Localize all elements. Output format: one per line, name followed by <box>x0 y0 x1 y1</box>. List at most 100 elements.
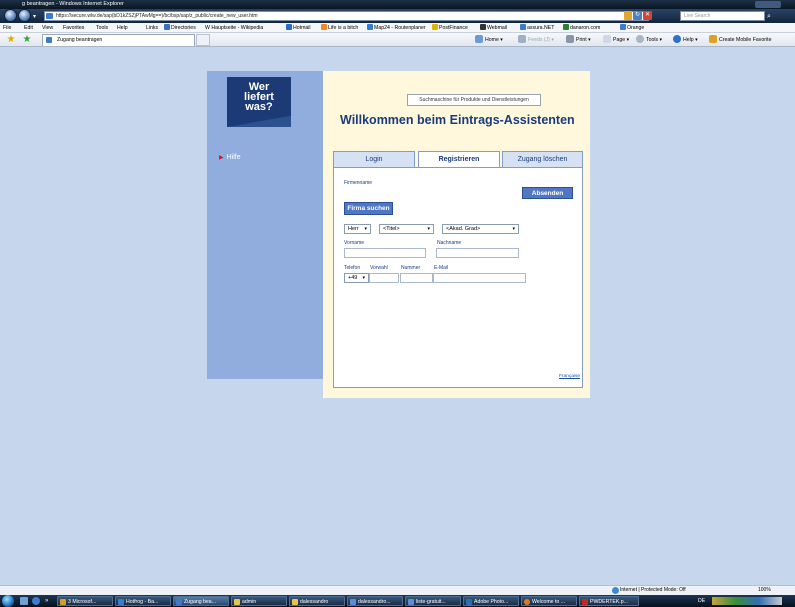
page-menu-button[interactable]: Page ▾ <box>603 35 629 45</box>
nachname-field[interactable] <box>436 248 519 258</box>
start-button[interactable] <box>2 595 14 607</box>
email-field[interactable] <box>433 273 526 283</box>
menu-help[interactable]: Help <box>117 23 128 33</box>
screenshot: g beantragen - Windows Internet Explorer… <box>0 0 795 607</box>
home-button[interactable]: Home ▾ <box>475 35 503 45</box>
help-link[interactable]: ▶ Hilfe <box>219 154 241 161</box>
window-icon <box>350 599 356 605</box>
taskbar-zugang[interactable]: Zugang bea... <box>173 596 229 606</box>
wer-liefert-was-logo[interactable]: Wer liefert was? <box>227 77 291 127</box>
email-label: E-Mail <box>434 265 449 271</box>
window-title: g beantragen - Windows Internet Explorer <box>0 0 795 9</box>
salutation-select[interactable]: Herr ▾ <box>344 224 371 234</box>
window-controls[interactable] <box>755 1 781 8</box>
ie-icon <box>176 599 182 605</box>
recent-pages-dropdown-icon[interactable]: ▾ <box>33 13 36 20</box>
link-map24[interactable]: Map24 - Routenplaner <box>367 23 426 33</box>
taskbar-dalessandro-2[interactable]: dalessandro... <box>347 596 403 606</box>
tools-menu-button[interactable]: Tools ▾ <box>636 35 662 45</box>
status-bar: Internet | Protected Mode: Off 100% <box>0 585 795 595</box>
tab-zugang-beantragen[interactable]: Zugang beantragen <box>42 34 195 46</box>
ie-quicklaunch-icon[interactable] <box>32 597 40 605</box>
windows-taskbar: » 3 Microsof... Hotfrog - Ba... Zugang b… <box>0 595 795 607</box>
favorites-center-icon[interactable]: ★ <box>6 35 16 45</box>
quicklaunch-overflow-icon[interactable]: » <box>45 596 48 606</box>
webmail-icon <box>480 24 486 30</box>
title-select[interactable]: <Titel> ▾ <box>379 224 434 234</box>
link-assura[interactable]: assura.NET <box>520 23 554 33</box>
internet-zone-icon <box>612 587 619 594</box>
link-danaron[interactable]: danaron.com <box>563 23 600 33</box>
taskbar-pwdertek[interactable]: PWDERTEK.p... <box>579 596 639 606</box>
academic-degree-select[interactable]: <Akad. Grad> ▾ <box>442 224 519 234</box>
taskbar-dalessandro[interactable]: dalessandro <box>289 596 345 606</box>
language-francais-link[interactable]: Française <box>559 374 580 379</box>
chevron-down-icon: ▾ <box>362 275 365 281</box>
folder-blue-icon <box>164 24 170 30</box>
folder-icon <box>234 599 240 605</box>
nummer-field[interactable] <box>400 273 433 283</box>
firefox-icon <box>524 599 530 605</box>
ie-icon <box>118 599 124 605</box>
add-favorites-icon[interactable]: ★ <box>22 35 32 45</box>
link-webmail[interactable]: Webmail <box>480 23 507 33</box>
menu-file[interactable]: File <box>3 23 11 33</box>
link-postfinance[interactable]: PostFinance <box>432 23 468 33</box>
feeds-button[interactable]: Feeds (J) ▾ <box>518 35 554 45</box>
menu-tools[interactable]: Tools <box>96 23 108 33</box>
ie-icon <box>620 24 626 30</box>
taskbar-adobe-photoshop[interactable]: Adobe Photo... <box>463 596 519 606</box>
country-code-select[interactable]: +49 ▾ <box>344 273 369 283</box>
new-tab-button[interactable] <box>196 34 210 46</box>
forward-button[interactable] <box>18 9 31 22</box>
ie-page-icon <box>46 37 52 43</box>
link-orange[interactable]: Orange <box>620 23 644 33</box>
tab-login[interactable]: Login <box>333 151 415 167</box>
nachname-label: Nachname <box>437 240 462 246</box>
window-icon <box>408 599 414 605</box>
menu-view[interactable]: View <box>42 23 53 33</box>
address-row: ▾ https://secure.wlw.de/sap(bD1kZSZjPTAw… <box>0 9 795 23</box>
firma-suchen-button[interactable]: Firma suchen <box>344 202 393 215</box>
address-bar-input[interactable]: https://secure.wlw.de/sap(bD1kZSZjPTAwMg… <box>44 11 649 21</box>
link-hotmail[interactable]: Hotmail <box>286 23 311 33</box>
msn-icon <box>286 24 292 30</box>
back-button[interactable] <box>4 9 17 22</box>
taskbar-hotfrog[interactable]: Hotfrog - Ba... <box>115 596 171 606</box>
taskbar-admin[interactable]: admin <box>231 596 287 606</box>
page-title: Willkommen beim Eintrags-Assistenten <box>340 113 575 127</box>
tab-zugang-loeschen[interactable]: Zugang löschen <box>502 151 583 167</box>
search-icon[interactable]: ⌕ <box>767 12 776 21</box>
vorname-label: Vorname <box>344 240 365 246</box>
taskbar-liste-gratuit[interactable]: liste-gratuit... <box>405 596 461 606</box>
telefon-label: Telefon <box>344 265 361 271</box>
vorname-field[interactable] <box>344 248 426 258</box>
tab-registrieren[interactable]: Registrieren <box>418 151 500 168</box>
menu-favorites[interactable]: Favorites <box>63 23 84 33</box>
ie-page-icon <box>46 13 53 19</box>
create-mobile-favorite-button[interactable]: Create Mobile Favorite <box>709 35 771 45</box>
chevron-down-icon: ▾ <box>427 226 430 232</box>
link-life-is-a-bitch[interactable]: Life is a bitch <box>321 23 358 33</box>
stop-icon[interactable]: ✕ <box>643 11 652 20</box>
refresh-icon[interactable]: ↻ <box>633 11 642 20</box>
print-button[interactable]: Print ▾ <box>566 35 591 45</box>
absenden-button[interactable]: Absenden <box>522 187 573 199</box>
page-icon <box>603 35 611 43</box>
input-language[interactable]: DE <box>698 596 705 606</box>
taskbar-microsoft[interactable]: 3 Microsof... <box>57 596 113 606</box>
lock-icon[interactable] <box>624 11 632 20</box>
menu-edit[interactable]: Edit <box>24 23 33 33</box>
show-desktop-icon[interactable] <box>20 597 28 605</box>
vorwahl-field[interactable] <box>369 273 399 283</box>
search-input[interactable]: Live Search <box>680 11 765 21</box>
help-menu-button[interactable]: Help ▾ <box>673 35 698 45</box>
office-icon <box>60 599 66 605</box>
system-tray-icons[interactable] <box>712 597 782 605</box>
link-directories[interactable]: Directories <box>164 23 196 33</box>
protected-mode-status[interactable]: Internet | Protected Mode: Off <box>620 586 686 595</box>
link-wikipedia[interactable]: W Hauptseite - Wikipedia <box>205 23 263 33</box>
mobile-favorite-icon <box>709 35 717 43</box>
taskbar-welcome[interactable]: Welcome to ... <box>521 596 577 606</box>
zoom-level[interactable]: 100% <box>758 586 771 595</box>
